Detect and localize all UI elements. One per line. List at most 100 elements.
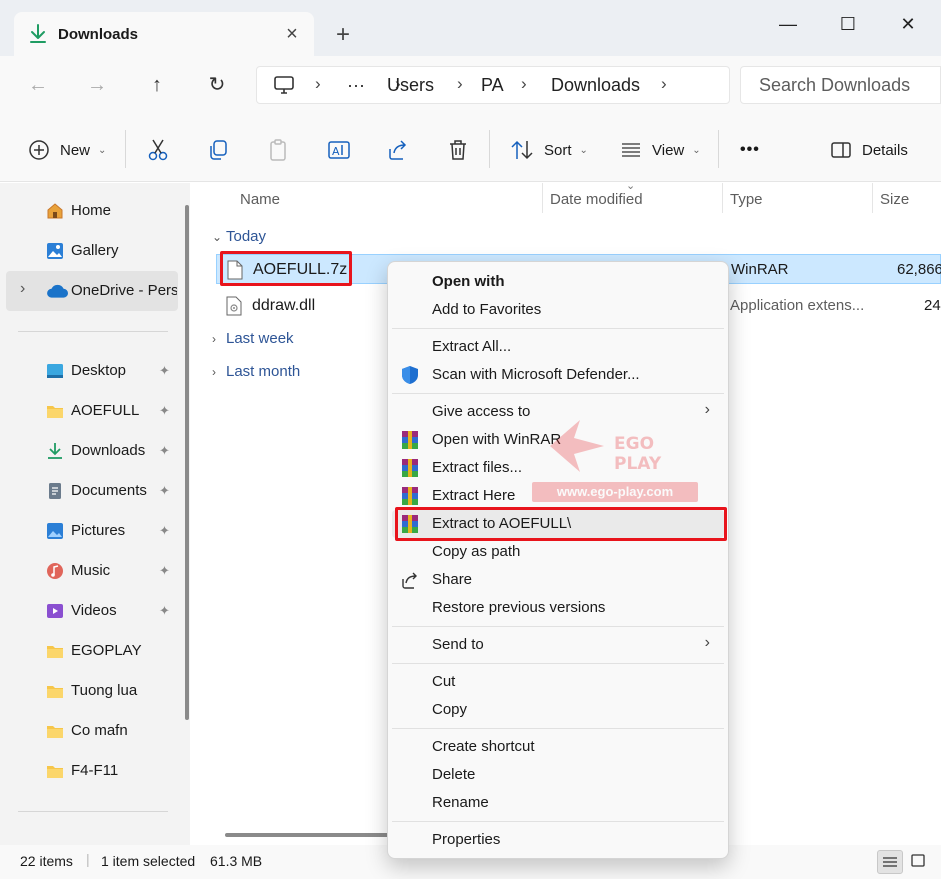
column-header-size[interactable]: Size	[880, 191, 909, 208]
breadcrumb-separator: ›	[521, 74, 527, 93]
menu-item-delete[interactable]: Delete	[392, 761, 724, 789]
horizontal-scrollbar[interactable]	[225, 833, 395, 837]
sort-button[interactable]: Sort ⌄	[510, 136, 588, 164]
sidebar-item-egoplay[interactable]: EGOPLAY	[0, 631, 178, 671]
minimize-button[interactable]: —	[758, 4, 818, 44]
pin-icon: ✦	[159, 523, 170, 538]
menu-item-properties[interactable]: Properties	[392, 826, 724, 854]
group-last-month[interactable]: › Last month	[212, 363, 300, 380]
file-size: 24	[924, 297, 941, 314]
search-input[interactable]: Search Downloads	[740, 66, 941, 104]
menu-item-copy[interactable]: Copy	[392, 696, 724, 724]
sidebar-item-documents[interactable]: Documents ✦	[0, 471, 178, 511]
clipboard-icon	[270, 139, 286, 161]
sidebar-item-downloads[interactable]: Downloads ✦	[0, 431, 178, 471]
menu-item-label: Share	[432, 571, 473, 588]
menu-item-restore[interactable]: Restore previous versions	[392, 594, 724, 622]
sidebar-item-videos[interactable]: Videos ✦	[0, 591, 178, 631]
menu-item-send-to[interactable]: Send to ›	[392, 631, 724, 659]
close-window-button[interactable]: ✕	[878, 4, 938, 44]
view-button[interactable]: View ⌄	[620, 136, 701, 164]
sort-icon	[511, 140, 533, 160]
ego-play-logo-icon	[550, 420, 604, 472]
details-view-toggle[interactable]	[877, 850, 903, 874]
refresh-button[interactable]: ↻	[200, 70, 234, 100]
menu-item-rename[interactable]: Rename	[392, 789, 724, 817]
breadcrumb-more[interactable]: ···	[347, 75, 365, 96]
cut-button[interactable]	[147, 136, 169, 164]
up-button[interactable]: ↑	[140, 70, 174, 100]
rename-button[interactable]: A	[327, 136, 351, 164]
shield-icon	[402, 366, 418, 384]
tab-downloads[interactable]: Downloads ×	[14, 12, 314, 56]
chevron-down-icon: ⌄	[692, 144, 701, 156]
new-tab-button[interactable]: +	[328, 20, 358, 50]
column-divider[interactable]	[872, 183, 873, 213]
menu-item-create-shortcut[interactable]: Create shortcut	[392, 733, 724, 761]
share-button[interactable]	[387, 136, 409, 164]
sidebar-item-tuong-lua[interactable]: Tuong lua	[0, 671, 178, 711]
sidebar-item-onedrive[interactable]: › OneDrive - Personal	[6, 271, 178, 311]
column-header-type[interactable]: Type	[730, 191, 763, 208]
more-options-button[interactable]: •••	[740, 136, 760, 164]
svg-text:A: A	[332, 145, 340, 158]
share-icon	[389, 140, 407, 160]
divider	[125, 130, 126, 168]
pin-icon: ✦	[159, 363, 170, 378]
column-divider[interactable]	[542, 183, 543, 213]
sidebar-item-desktop[interactable]: Desktop ✦	[0, 351, 178, 391]
sidebar-item-f4-f11[interactable]: F4-F11	[0, 751, 178, 791]
winrar-icon	[402, 431, 418, 449]
menu-item-copy-path[interactable]: Copy as path	[392, 538, 724, 566]
selection-count: 1 item selected	[101, 853, 196, 869]
column-header-name[interactable]: Name	[240, 191, 280, 208]
delete-button[interactable]	[447, 136, 469, 164]
group-last-week[interactable]: › Last week	[212, 330, 294, 347]
address-bar[interactable]: › ··· › Users › PA › Downloads ›	[256, 66, 730, 104]
highlight-box	[395, 507, 727, 541]
menu-item-extract-all[interactable]: Extract All...	[392, 333, 724, 361]
group-label: Last week	[226, 330, 294, 347]
folder-icon	[47, 406, 63, 418]
copy-button[interactable]	[207, 136, 229, 164]
forward-button[interactable]: →	[80, 70, 114, 100]
expand-chevron-icon[interactable]: ›	[20, 280, 25, 298]
divider	[18, 331, 168, 332]
tiles-view-toggle[interactable]	[906, 850, 932, 874]
chevron-right-icon: ›	[704, 401, 710, 418]
breadcrumb-users[interactable]: Users	[387, 75, 434, 96]
breadcrumb-pa[interactable]: PA	[481, 75, 504, 96]
column-divider[interactable]	[722, 183, 723, 213]
sidebar-item-home[interactable]: Home	[0, 191, 178, 231]
menu-item-scan-defender[interactable]: Scan with Microsoft Defender...	[392, 361, 724, 389]
menu-item-open-with[interactable]: Open with	[392, 268, 724, 296]
sidebar-item-aoefull[interactable]: AOEFULL ✦	[0, 391, 178, 431]
sidebar-item-gallery[interactable]: Gallery	[0, 231, 178, 271]
menu-item-label: Rename	[432, 794, 489, 811]
pin-icon: ✦	[159, 403, 170, 418]
divider	[489, 130, 490, 168]
sidebar-scrollbar[interactable]	[185, 205, 189, 720]
tab-close-icon[interactable]: ×	[278, 20, 306, 48]
back-button[interactable]: ←	[21, 70, 55, 100]
sidebar-item-co-mafn[interactable]: Co mafn	[0, 711, 178, 751]
details-pane-icon	[831, 142, 851, 158]
download-icon	[48, 443, 62, 459]
sidebar-item-music[interactable]: Music ✦	[0, 551, 178, 591]
gallery-icon	[47, 243, 63, 259]
list-view-icon	[622, 143, 640, 157]
menu-item-label: Scan with Microsoft Defender...	[432, 366, 640, 383]
menu-item-add-favorites[interactable]: Add to Favorites	[392, 296, 724, 324]
column-header-date[interactable]: Date modified	[550, 191, 643, 208]
maximize-button[interactable]: ☐	[818, 4, 878, 44]
menu-item-share[interactable]: Share	[392, 566, 724, 594]
file-size: 62,866	[897, 261, 941, 278]
details-button[interactable]: Details	[830, 136, 908, 164]
new-button[interactable]: New ⌄	[28, 136, 106, 164]
paste-button[interactable]	[267, 136, 289, 164]
menu-item-cut[interactable]: Cut	[392, 668, 724, 696]
menu-item-label: Extract files...	[432, 459, 523, 476]
sidebar-item-pictures[interactable]: Pictures ✦	[0, 511, 178, 551]
group-today[interactable]: ⌄ Today	[212, 228, 266, 245]
breadcrumb-downloads[interactable]: Downloads	[551, 75, 640, 96]
